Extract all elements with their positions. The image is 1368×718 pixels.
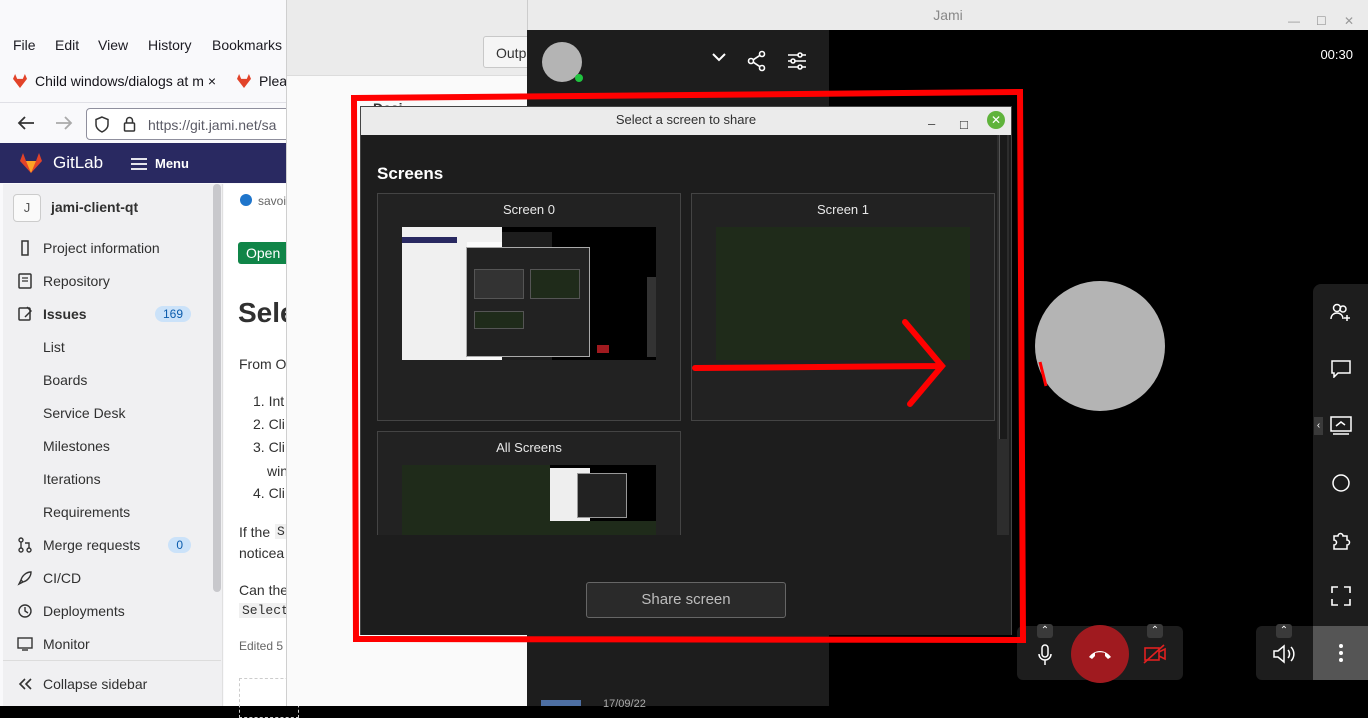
red-annotation-overlay [350, 88, 1048, 644]
annotation-arrow [692, 319, 946, 407]
annotation-mark [1038, 361, 1048, 387]
